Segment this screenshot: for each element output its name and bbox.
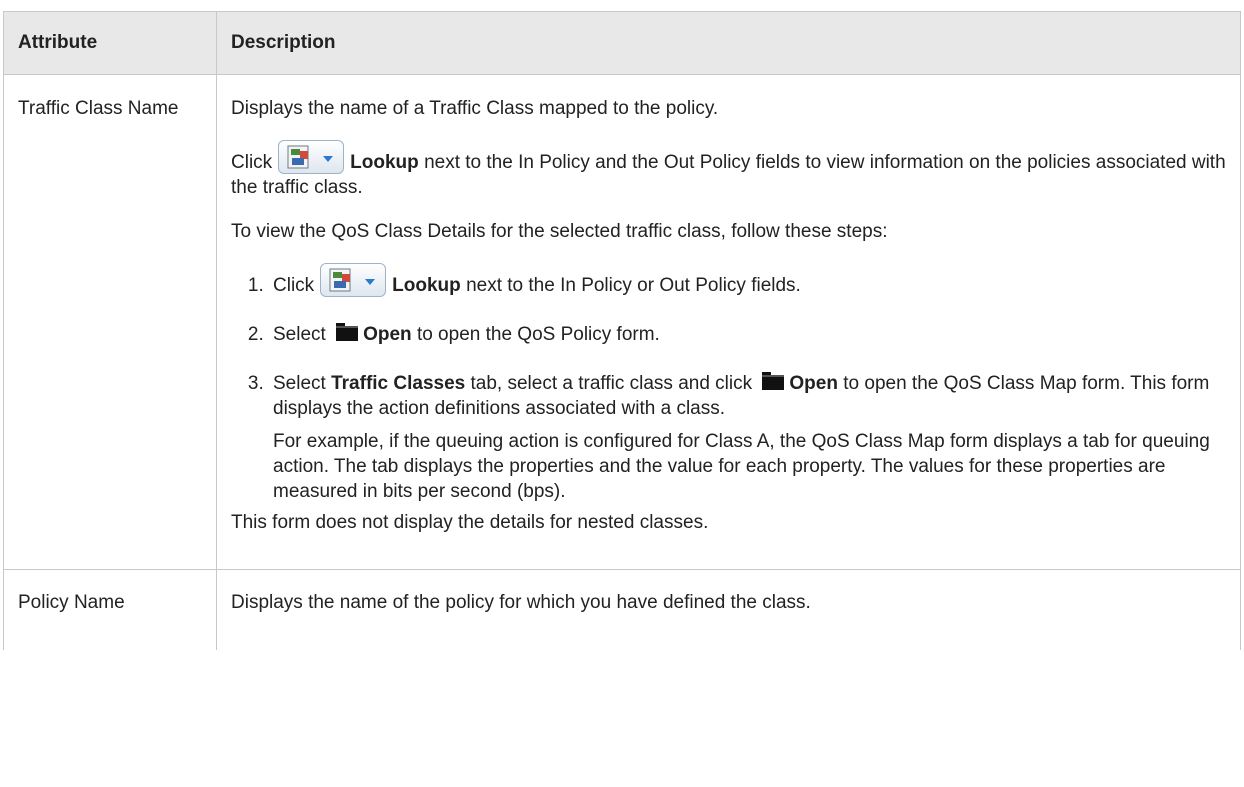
description-text: Displays the name of a Traffic Class map… — [231, 98, 719, 119]
steps-intro: To view the QoS Class Details for the se… — [231, 221, 888, 242]
folder-open-icon — [336, 323, 359, 341]
attributes-table: Attribute Description Traffic Class Name… — [3, 11, 1241, 650]
header-attribute: Attribute — [3, 11, 217, 75]
list-item: Click Lookup next to the In Policy or Ou… — [269, 263, 1226, 298]
list-item: Select Traffic Classes tab, select a tra… — [269, 369, 1226, 504]
table-row: Policy Name Displays the name of the pol… — [3, 569, 1241, 650]
step-note: For example, if the queuing action is co… — [273, 431, 1210, 502]
list-item: Select Open to open the QoS Policy form. — [269, 320, 1226, 347]
folder-open-icon — [762, 372, 785, 390]
table-row: Traffic Class Name Displays the name of … — [3, 74, 1241, 570]
steps-list: Click Lookup next to the In Policy or Ou… — [231, 263, 1226, 504]
attribute-cell: Traffic Class Name — [3, 74, 217, 570]
description-cell: Displays the name of a Traffic Class map… — [216, 74, 1241, 570]
table-header-row: Attribute Description — [3, 11, 1241, 75]
footer-note: This form does not display the details f… — [231, 512, 709, 533]
lookup-icon[interactable] — [278, 140, 345, 174]
description-cell: Displays the name of the policy for whic… — [216, 569, 1241, 650]
lookup-paragraph: Click Lookup next to the In Policy and t… — [231, 140, 1226, 200]
lookup-icon[interactable] — [320, 263, 387, 297]
attribute-cell: Policy Name — [3, 569, 217, 650]
header-description: Description — [216, 11, 1241, 75]
